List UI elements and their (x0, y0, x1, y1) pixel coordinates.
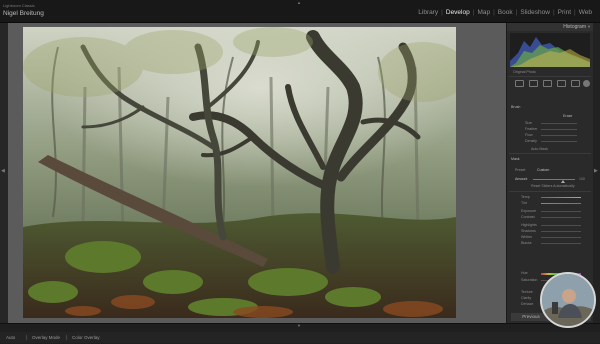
brush-field-size: Size (525, 121, 532, 125)
presenter-avatar (540, 272, 596, 328)
amount-slider[interactable] (533, 179, 575, 180)
histogram-header[interactable]: Histogram ▼ (507, 23, 593, 31)
heal-tool-icon[interactable] (529, 80, 538, 87)
module-library[interactable]: Library (416, 9, 440, 16)
module-print[interactable]: Print (556, 9, 573, 16)
blacks-slider[interactable] (541, 243, 581, 244)
module-web[interactable]: Web (577, 9, 594, 16)
crop-tool-icon[interactable] (515, 80, 524, 87)
contrast-slider[interactable] (541, 217, 581, 218)
tone-field-shadows: Shadows (521, 229, 536, 233)
brush-field-density: Density (525, 139, 537, 143)
tone-field-temp: Temp (521, 195, 530, 199)
tone-field-exposure: Exposure (521, 209, 537, 213)
user-name: Nigel Breitung (3, 10, 44, 17)
density-slider[interactable] (541, 141, 577, 142)
brush-field-feather: Feather (525, 127, 538, 131)
module-slideshow[interactable]: Slideshow (518, 9, 552, 16)
histogram-graph (510, 33, 590, 67)
overlay-mode-item[interactable]: Overlay Mode (32, 335, 60, 340)
auto-mask-label[interactable]: Auto Mask (531, 147, 548, 151)
brush-label: Brush (511, 105, 521, 109)
divider (509, 76, 591, 77)
tone-field-blacks: Blacks (521, 241, 532, 245)
tint-slider[interactable] (541, 203, 581, 204)
gradient-tool-icon[interactable] (557, 80, 566, 87)
exposure-slider[interactable] (541, 211, 581, 212)
reset-sliders-checkbox-label[interactable]: Reset Sliders Automatically (531, 184, 575, 188)
shadows-slider[interactable] (541, 231, 581, 232)
module-develop[interactable]: Develop (444, 9, 472, 16)
module-map[interactable]: Map (475, 9, 492, 16)
feather-slider[interactable] (541, 129, 577, 130)
tone-field-highlights: Highlights (521, 223, 537, 227)
radial-tool-icon[interactable] (571, 80, 580, 87)
left-panel-edge[interactable]: ◀ (0, 23, 8, 323)
divider (509, 153, 591, 154)
auto-item[interactable]: Auto (6, 335, 15, 340)
amount-slider-knob[interactable] (561, 180, 565, 183)
histogram-title: Histogram (563, 24, 586, 30)
size-slider[interactable] (541, 123, 577, 124)
brush-mode[interactable]: Erase (563, 114, 572, 118)
brush-tool-icon[interactable] (583, 80, 590, 87)
toolbar-separator (66, 335, 67, 340)
brush-field-flow: Flow (525, 133, 533, 137)
divider (509, 191, 591, 192)
collapse-filmstrip-icon[interactable]: ▼ (297, 323, 301, 328)
expand-left-panel-icon[interactable]: ◀ (1, 168, 5, 174)
forest-photo[interactable] (23, 27, 456, 318)
overlay-toolbar: Auto Overlay Mode Color Overlay (0, 332, 600, 343)
tone-field-contrast: Contrast (521, 215, 535, 219)
mask-label: Mask (511, 157, 520, 161)
effects-field-dehaze: Dehaze (521, 302, 534, 306)
collapse-right-panel-icon[interactable]: ▶ (594, 168, 598, 174)
collapse-histogram-icon[interactable]: ▼ (587, 24, 591, 29)
amount-label: Amount (515, 177, 528, 181)
forest-photo-image (23, 27, 456, 318)
right-panel-edge[interactable]: ▶ (593, 23, 600, 323)
toolbar-separator (26, 335, 27, 340)
temp-slider[interactable] (541, 197, 581, 198)
presenter-avatar-image (542, 274, 594, 326)
color-field-saturation: Saturation (521, 278, 538, 282)
module-picker: Library | Develop | Map | Book | Slideshow | … (416, 9, 594, 16)
module-book[interactable]: Book (496, 9, 515, 16)
redeye-tool-icon[interactable] (543, 80, 552, 87)
brand-subtitle: Lightroom Classic (3, 3, 35, 8)
tone-field-whites: Whites (521, 235, 532, 239)
whites-slider[interactable] (541, 237, 581, 238)
histogram-svg (510, 37, 590, 67)
top-bar: Lightroom Classic Nigel Breitung ▲ Libra… (0, 0, 600, 23)
color-field-hue: Hue (521, 271, 528, 275)
flow-slider[interactable] (541, 135, 577, 136)
color-overlay-item[interactable]: Color Overlay (72, 335, 100, 340)
preset-label: Preset (515, 168, 526, 172)
tone-field-tint: Tint (521, 201, 527, 205)
highlights-slider[interactable] (541, 225, 581, 226)
image-canvas[interactable] (8, 23, 506, 323)
collapse-top-panel-icon[interactable]: ▲ (297, 0, 301, 5)
effects-field-clarity: Clarity (521, 296, 532, 300)
original-photo-label: Original Photo (513, 70, 536, 74)
preset-value[interactable]: Custom (537, 168, 549, 172)
amount-value[interactable]: 100 (579, 177, 585, 181)
effects-field-texture: Texture (521, 290, 533, 294)
